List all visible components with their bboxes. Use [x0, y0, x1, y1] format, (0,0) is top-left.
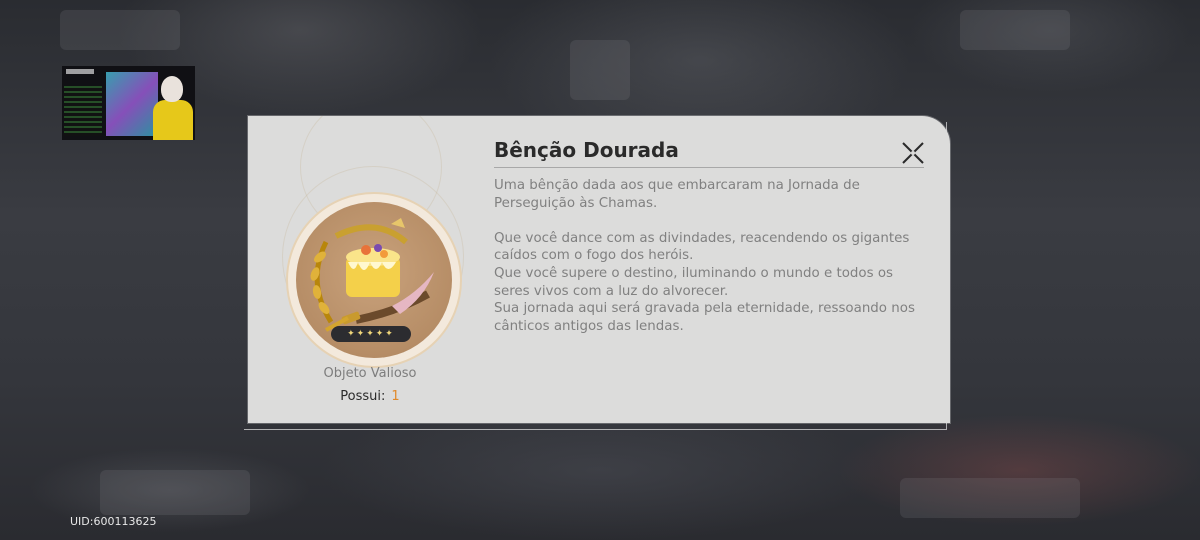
- owned-count-row: Possui: 1: [248, 389, 492, 404]
- item-preview-panel: ✦✦✦✦✦ Objeto Valioso Possui: 1: [248, 116, 492, 423]
- item-detail-dialog: ✦✦✦✦✦ Objeto Valioso Possui: 1 Bênção Dou…: [248, 116, 950, 423]
- item-category: Objeto Valioso: [323, 366, 417, 381]
- rarity-stars: ✦✦✦✦✦: [331, 326, 411, 342]
- owned-count: 1: [391, 389, 400, 404]
- overlay-game-capture: [106, 72, 158, 136]
- webcam-overlay: [62, 66, 195, 140]
- overlay-logo: [66, 69, 94, 74]
- title-divider: [494, 167, 924, 168]
- close-button[interactable]: [896, 136, 930, 170]
- close-x-icon: [902, 142, 924, 164]
- overlay-chat: [64, 86, 102, 136]
- owned-label: Possui:: [340, 389, 386, 404]
- item-description: Uma bênção dada aos que embarcaram na Jo…: [494, 178, 915, 334]
- overlay-avatar-head: [161, 76, 183, 102]
- item-title: Bênção Dourada: [494, 138, 679, 162]
- player-uid: UID:600113625: [70, 515, 157, 528]
- overlay-avatar-body: [153, 100, 193, 140]
